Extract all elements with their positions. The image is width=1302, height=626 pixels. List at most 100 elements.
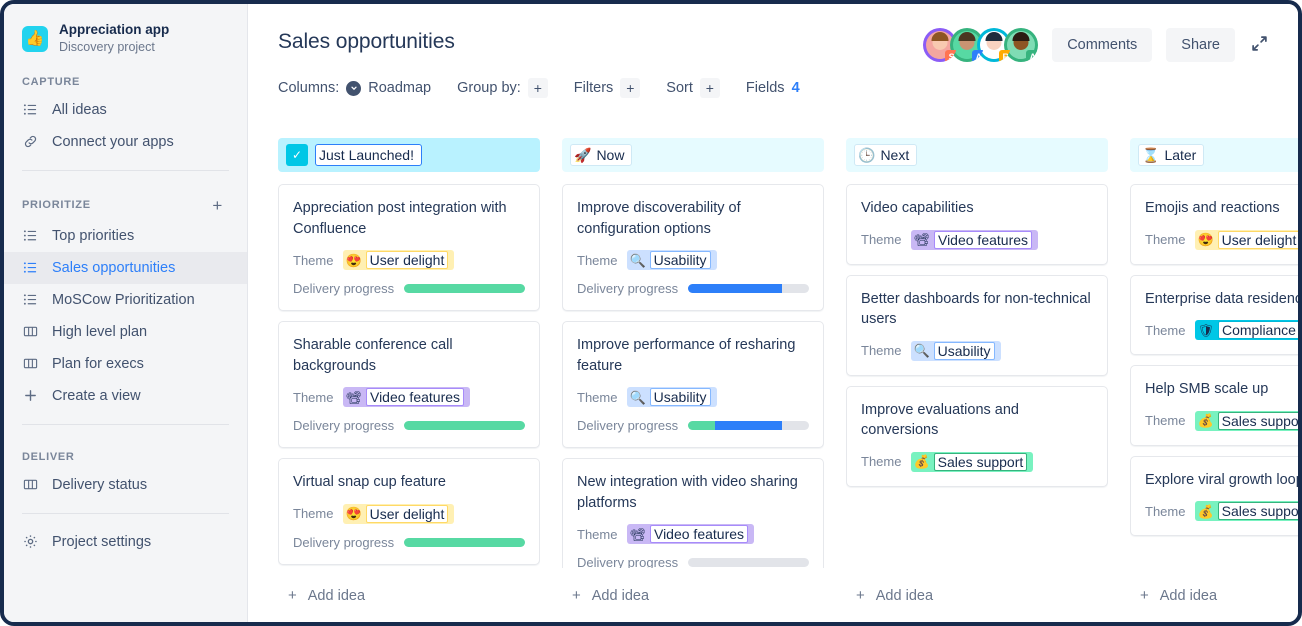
add-idea-button[interactable]: +Add idea [278, 575, 540, 604]
idea-card[interactable]: Improve evaluations and conversions Theme… [846, 386, 1108, 487]
columns-control[interactable]: Columns: Roadmap [278, 80, 431, 96]
sidebar-section-title: CAPTURE [22, 76, 80, 88]
avatar-group[interactable]: SARA [923, 28, 1038, 62]
sidebar-item-project-settings[interactable]: Project settings [4, 526, 247, 558]
theme-tag-label: Compliance [1218, 321, 1298, 339]
theme-emoji-icon: 📽 [345, 391, 362, 404]
board-column: ✓ Just Launched! Appreciation post integra… [278, 138, 540, 622]
idea-card[interactable]: Help SMB scale upTheme💰Sales support [1130, 365, 1298, 446]
sidebar-item-plan-for-execs[interactable]: Plan for execs [4, 348, 247, 380]
idea-card[interactable]: Enterprise data residencyTheme🛡Complianc… [1130, 275, 1298, 356]
column-header[interactable]: ✓ Just Launched! [278, 138, 540, 172]
theme-tag[interactable]: 💰Sales support [1195, 501, 1298, 521]
progress-segment [688, 421, 715, 430]
idea-card[interactable]: Video capabilitiesTheme📽Video features [846, 184, 1108, 265]
theme-field-label: Theme [861, 454, 901, 469]
expand-icon[interactable] [1249, 35, 1270, 55]
theme-tag[interactable]: 🛡Compliance [1195, 320, 1298, 340]
project-header[interactable]: 👍 Appreciation app Discovery project [4, 4, 247, 62]
confirm-rename-icon[interactable]: ✓ [286, 144, 308, 166]
theme-tag[interactable]: 📽Video features [627, 524, 754, 544]
theme-tag[interactable]: 🔍Usability [627, 250, 716, 270]
column-cards: Improve discoverability of configuration… [562, 184, 824, 568]
idea-card[interactable]: Virtual snap cup featureTheme😍User delig… [278, 458, 540, 565]
theme-tag-label: Video features [366, 388, 464, 406]
group-by-label: Group by: [457, 80, 521, 96]
progress-bar [404, 421, 525, 430]
group-by-control[interactable]: Group by: + [457, 78, 548, 98]
comments-button[interactable]: Comments [1052, 28, 1152, 62]
column-title-chip[interactable]: 🕒Next [854, 144, 917, 166]
sidebar-item-delivery-status[interactable]: Delivery status [4, 469, 247, 501]
list-icon [22, 102, 38, 117]
theme-field-label: Theme [861, 343, 901, 358]
add-idea-button[interactable]: +Add idea [562, 575, 824, 604]
column-header[interactable]: 🚀Now [562, 138, 824, 172]
idea-card[interactable]: Appreciation post integration with Confl… [278, 184, 540, 311]
add-idea-button[interactable]: +Add idea [846, 575, 1108, 604]
progress-segment [404, 284, 525, 293]
theme-tag[interactable]: 🔍Usability [627, 387, 716, 407]
columns-value: Roadmap [368, 80, 431, 96]
theme-tag[interactable]: 😍User delight [1195, 230, 1298, 250]
theme-tag[interactable]: 📽Video features [911, 230, 1038, 250]
link-icon [22, 134, 38, 149]
idea-card[interactable]: New integration with video sharing platf… [562, 458, 824, 568]
sidebar-item-label: Create a view [52, 388, 141, 404]
column-title-input[interactable]: Just Launched! [315, 144, 422, 166]
theme-field: Theme 🔍Usability [861, 341, 1093, 361]
theme-tag[interactable]: 😍User delight [343, 250, 454, 270]
add-idea-button[interactable]: +Add idea [1130, 575, 1298, 604]
delivery-progress-label: Delivery progress [577, 555, 678, 568]
filters-add-icon[interactable]: + [620, 78, 640, 98]
sidebar-item-high-level-plan[interactable]: High level plan [4, 316, 247, 348]
column-title-chip[interactable]: ⌛Later [1138, 144, 1204, 166]
fields-control[interactable]: Fields 4 [746, 80, 800, 96]
sidebar-item-all-ideas[interactable]: All ideas [4, 94, 247, 126]
theme-tag[interactable]: 😍User delight [343, 504, 454, 524]
theme-tag-label: Sales support [934, 453, 1028, 471]
sidebar-item-connect-your-apps[interactable]: Connect your apps [4, 126, 247, 158]
delivery-progress-label: Delivery progress [293, 418, 394, 433]
column-header[interactable]: ⌛Later [1130, 138, 1298, 172]
idea-card[interactable]: Improve performance of resharing feature… [562, 321, 824, 448]
theme-field: Theme📽Video features [861, 230, 1093, 250]
share-button[interactable]: Share [1166, 28, 1235, 62]
column-footer: +Add idea [1130, 575, 1298, 604]
theme-tag[interactable]: 🔍Usability [911, 341, 1000, 361]
idea-card[interactable]: Sharable conference call backgroundsThem… [278, 321, 540, 448]
group-by-add-icon[interactable]: + [528, 78, 548, 98]
sidebar-item-moscow-prioritization[interactable]: MoSCow Prioritization [4, 284, 247, 316]
column-title-text: Later [1164, 147, 1196, 163]
column-footer: +Add idea [562, 575, 824, 604]
theme-tag[interactable]: 📽 Video features [343, 387, 470, 407]
idea-card[interactable]: Better dashboards for non-technical user… [846, 275, 1108, 376]
column-title-chip[interactable]: 🚀Now [570, 144, 632, 166]
sidebar-item-sales-opportunities[interactable]: Sales opportunities [4, 252, 247, 284]
column-cards: Appreciation post integration with Confl… [278, 184, 540, 568]
sidebar-item-create-a-view[interactable]: Create a view [4, 380, 247, 412]
list-icon [22, 260, 38, 275]
theme-field-label: Theme [577, 390, 617, 405]
theme-tag[interactable]: 💰Sales support [1195, 411, 1298, 431]
column-title-text: Now [596, 147, 624, 163]
theme-emoji-icon: 🔍 [629, 391, 645, 404]
column-cards: Video capabilitiesTheme📽Video features Be… [846, 184, 1108, 568]
idea-card-title: Improve evaluations and conversions [861, 400, 1093, 441]
sort-add-icon[interactable]: + [700, 78, 720, 98]
sidebar-section-title: DELIVER [22, 451, 75, 463]
add-idea-label: Add idea [308, 588, 365, 604]
sort-control[interactable]: Sort + [666, 78, 720, 98]
idea-card[interactable]: Emojis and reactionsTheme😍User delight [1130, 184, 1298, 265]
sidebar-item-top-priorities[interactable]: Top priorities [4, 220, 247, 252]
column-emoji-icon: 🕒 [858, 148, 875, 162]
board: ✓ Just Launched! Appreciation post integra… [248, 122, 1298, 622]
idea-card[interactable]: Explore viral growth loopsTheme💰Sales su… [1130, 456, 1298, 537]
sidebar-section-add-icon[interactable]: + [212, 197, 229, 214]
filters-control[interactable]: Filters + [574, 78, 640, 98]
theme-tag[interactable]: 💰Sales support [911, 452, 1033, 472]
column-header[interactable]: 🕒Next [846, 138, 1108, 172]
idea-card[interactable]: Improve discoverability of configuration… [562, 184, 824, 311]
column-title-text: Just Launched! [319, 147, 414, 163]
delivery-progress-label: Delivery progress [293, 281, 394, 296]
